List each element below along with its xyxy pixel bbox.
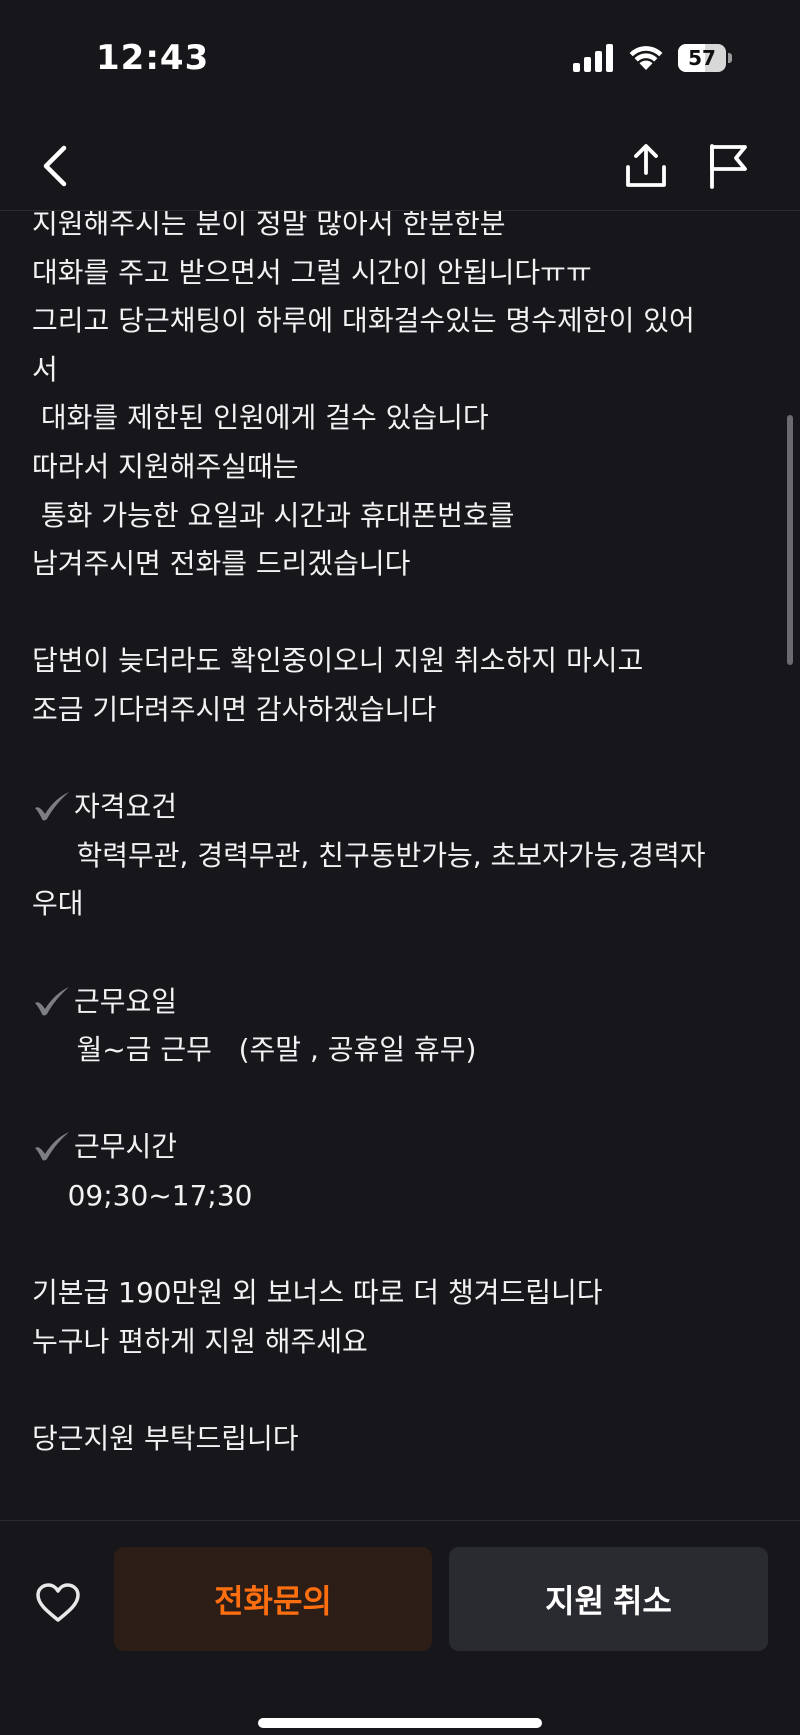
description-line: 누구나 편하게 지원 해주세요: [32, 1324, 368, 1358]
description-line: 통화 가능한 요일과 시간과 휴대폰번호를: [32, 498, 515, 532]
description-line: 학력무관, 경력무관, 친구동반가능, 초보자가능,경력자: [32, 838, 706, 872]
cellular-signal-icon: [573, 44, 613, 72]
battery-icon: 57: [678, 44, 732, 72]
share-button[interactable]: [618, 136, 674, 196]
heart-icon: [36, 1583, 80, 1622]
wifi-icon: [629, 46, 663, 70]
description-line: 남겨주시면 전화를 드리겠습니다: [32, 547, 411, 581]
section-heading: 자격요건: [32, 783, 762, 832]
section-heading-text: 자격요건: [74, 790, 178, 824]
section-heading: 근무시간: [32, 1123, 762, 1172]
report-button[interactable]: [700, 136, 756, 196]
like-button[interactable]: [30, 1577, 86, 1629]
call-inquiry-button[interactable]: 전화문의: [114, 1547, 432, 1651]
checkmark-icon: [35, 1132, 69, 1161]
job-post-detail-screen: 12:43 57 지원해주시는 분이 정말 많아서 한분한분 대화를 주고 받으면…: [0, 0, 800, 1735]
checkmark-icon: [35, 792, 69, 821]
description-line: 우대: [32, 887, 84, 921]
section-heading: 근무요일: [32, 978, 762, 1027]
description-line: 서: [32, 352, 58, 386]
battery-level: 57: [688, 46, 716, 70]
description-line: 09;30~17;30: [32, 1178, 253, 1212]
home-indicator: [258, 1718, 542, 1728]
description-line: 그리고 당근채팅이 하루에 대화걸수있는 명수제한이 있어: [32, 304, 695, 338]
description-line: 답변이 늦더라도 확인중이오니 지원 취소하지 마시고: [32, 644, 644, 678]
section-heading-text: 근무시간: [74, 1130, 178, 1164]
description-line: 당근지원 부탁드립니다: [32, 1421, 299, 1455]
scrollbar[interactable]: [787, 415, 793, 665]
status-bar: 12:43 57: [0, 0, 800, 120]
nav-header: [0, 120, 800, 211]
checkmark-icon: [35, 986, 69, 1015]
description-line: 따라서 지원해주실때는: [32, 449, 299, 483]
description-line: 대화를 제한된 인원에게 걸수 있습니다: [32, 401, 489, 435]
flag-icon: [710, 144, 747, 189]
battery-body: 57: [678, 44, 726, 72]
battery-cap: [728, 53, 732, 63]
description-line: 월~금 근무 (주말 , 공휴일 휴무): [32, 1033, 477, 1067]
description-line: 조금 기다려주시면 감사하겠습니다: [32, 692, 437, 726]
status-time: 12:43: [96, 38, 210, 78]
description-line: 기본급 190만원 외 보너스 따로 더 챙겨드립니다: [32, 1276, 603, 1310]
share-icon: [626, 144, 666, 187]
cancel-application-button[interactable]: 지원 취소: [449, 1547, 768, 1651]
description-line: 대화를 주고 받으면서 그럴 시간이 안됩니다ㅠㅠ: [32, 255, 592, 289]
back-button[interactable]: [30, 138, 80, 194]
post-description[interactable]: 지원해주시는 분이 정말 많아서 한분한분 대화를 주고 받으면서 그럴 시간이 …: [0, 190, 800, 1520]
post-description-text: 지원해주시는 분이 정말 많아서 한분한분 대화를 주고 받으면서 그럴 시간이 …: [32, 200, 762, 1463]
chevron-left-icon: [43, 145, 67, 187]
bottom-action-bar: 전화문의 지원 취소: [0, 1520, 800, 1735]
section-heading-text: 근무요일: [74, 984, 178, 1018]
